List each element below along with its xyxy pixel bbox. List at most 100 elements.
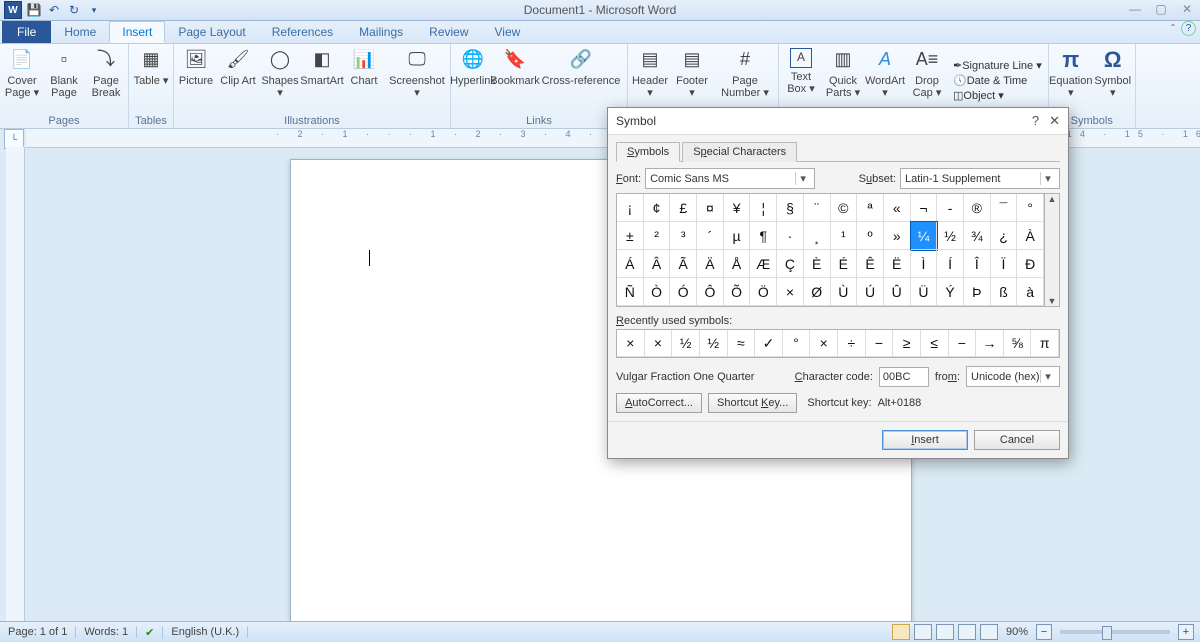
tab-view[interactable]: View [482, 21, 534, 43]
cross-reference-button[interactable]: 🔗Cross-reference [537, 46, 625, 115]
symbol-cell[interactable]: ¡ [617, 194, 644, 222]
symbol-cell[interactable]: Ò [644, 278, 671, 306]
symbol-cell[interactable]: Å [724, 250, 751, 278]
picture-button[interactable]: 🖼Picture [176, 46, 216, 115]
symbol-cell[interactable]: Ó [670, 278, 697, 306]
symbol-cell[interactable]: ¦ [750, 194, 777, 222]
symbol-cell[interactable]: £ [670, 194, 697, 222]
symbol-cell[interactable]: ¨ [804, 194, 831, 222]
recent-symbol-cell[interactable]: → [976, 330, 1004, 357]
zoom-percent[interactable]: 90% [1006, 626, 1028, 638]
symbol-cell[interactable]: ® [964, 194, 991, 222]
recent-symbol-cell[interactable]: π [1031, 330, 1059, 357]
recent-symbol-cell[interactable]: × [645, 330, 673, 357]
tab-references[interactable]: References [259, 21, 346, 43]
recent-symbol-cell[interactable]: ⅝ [1004, 330, 1032, 357]
scroll-up-icon[interactable]: ▲ [1048, 194, 1057, 204]
symbol-cell[interactable]: ¯ [991, 194, 1018, 222]
drop-cap-button[interactable]: A≡Drop Cap ▾ [907, 46, 947, 115]
tab-review[interactable]: Review [416, 21, 481, 43]
recent-symbol-cell[interactable]: ½ [672, 330, 700, 357]
symbol-cell[interactable]: Ç [777, 250, 804, 278]
symbol-cell[interactable]: ¼ [911, 222, 938, 250]
subset-select[interactable]: Latin-1 Supplement ▾ [900, 168, 1060, 189]
autocorrect-button[interactable]: AutoCorrect... [616, 393, 702, 413]
bookmark-button[interactable]: 🔖Bookmark [495, 46, 535, 115]
symbol-grid[interactable]: ¡¢£¤¥¦§¨©ª«¬-®¯°±²³´µ¶·¸¹º»¼½¾¿ÀÁÂÃÄÅÆÇÈ… [617, 194, 1044, 306]
page-number-button[interactable]: #Page Number ▾ [714, 46, 776, 115]
symbol-cell[interactable]: Ê [857, 250, 884, 278]
symbol-cell[interactable]: Õ [724, 278, 751, 306]
char-code-input[interactable]: 00BC [879, 367, 929, 387]
recent-symbol-cell[interactable]: ÷ [838, 330, 866, 357]
symbol-cell[interactable]: à [1017, 278, 1044, 306]
equation-button[interactable]: πEquation ▾ [1051, 46, 1091, 115]
recent-symbol-cell[interactable]: ✓ [755, 330, 783, 357]
symbol-cell[interactable]: Ã [670, 250, 697, 278]
recent-symbol-cell[interactable]: ° [783, 330, 811, 357]
symbol-cell[interactable]: ´ [697, 222, 724, 250]
font-select[interactable]: Comic Sans MS ▾ [645, 168, 815, 189]
page-break-button[interactable]: ⤵Page Break [86, 46, 126, 115]
scroll-down-icon[interactable]: ▼ [1048, 296, 1057, 306]
symbol-cell[interactable]: Þ [964, 278, 991, 306]
recent-symbol-cell[interactable]: ≈ [728, 330, 756, 357]
symbol-cell[interactable]: Ô [697, 278, 724, 306]
tab-file[interactable]: File [2, 21, 51, 43]
symbol-cell[interactable]: ½ [937, 222, 964, 250]
wordart-button[interactable]: AWordArt ▾ [865, 46, 905, 115]
symbol-cell[interactable]: § [777, 194, 804, 222]
zoom-out-button[interactable]: − [1036, 624, 1052, 640]
recent-symbol-cell[interactable]: ≤ [921, 330, 949, 357]
symbol-cell[interactable]: ¿ [991, 222, 1018, 250]
dialog-title-bar[interactable]: Symbol ? ✕ [608, 108, 1068, 135]
dialog-close-button[interactable]: ✕ [1049, 113, 1060, 129]
quick-parts-button[interactable]: ▥Quick Parts ▾ [823, 46, 863, 115]
symbol-cell[interactable]: ¬ [911, 194, 938, 222]
recent-symbols-grid[interactable]: ××½½≈✓°×÷−≥≤−→⅝π [616, 329, 1060, 358]
symbol-button[interactable]: ΩSymbol ▾ [1093, 46, 1133, 115]
recent-symbol-cell[interactable]: − [949, 330, 977, 357]
recent-symbol-cell[interactable]: × [617, 330, 645, 357]
symbol-cell[interactable]: × [777, 278, 804, 306]
symbol-cell[interactable]: Æ [750, 250, 777, 278]
symbol-cell[interactable]: Î [964, 250, 991, 278]
minimize-ribbon-icon[interactable]: ˆ [1171, 22, 1175, 36]
symbol-cell[interactable]: ¤ [697, 194, 724, 222]
symbol-cell[interactable]: À [1017, 222, 1044, 250]
symbol-cell[interactable]: ¶ [750, 222, 777, 250]
status-page[interactable]: Page: 1 of 1 [0, 626, 76, 638]
smartart-button[interactable]: ◧SmartArt [302, 46, 342, 115]
view-draft-button[interactable] [980, 624, 998, 640]
view-print-layout-button[interactable] [892, 624, 910, 640]
symbol-cell[interactable]: ¢ [644, 194, 671, 222]
symbol-cell[interactable]: © [831, 194, 858, 222]
symbol-cell[interactable]: ° [1017, 194, 1044, 222]
symbol-cell[interactable]: º [857, 222, 884, 250]
symbol-cell[interactable]: ¸ [804, 222, 831, 250]
chart-button[interactable]: 📊Chart [344, 46, 384, 115]
tab-insert[interactable]: Insert [109, 21, 165, 43]
symbol-cell[interactable]: Ü [911, 278, 938, 306]
symbol-cell[interactable]: ¥ [724, 194, 751, 222]
symbol-cell[interactable]: Ñ [617, 278, 644, 306]
text-box-button[interactable]: AText Box ▾ [781, 46, 821, 115]
status-proofing[interactable]: ✔ [137, 626, 163, 639]
object-button[interactable]: ◫Object ▾ [953, 89, 1042, 102]
symbol-cell[interactable]: » [884, 222, 911, 250]
symbol-cell[interactable]: Ö [750, 278, 777, 306]
symbol-cell[interactable]: ³ [670, 222, 697, 250]
zoom-slider[interactable] [1060, 630, 1170, 634]
zoom-slider-thumb[interactable] [1102, 626, 1112, 640]
symbol-cell[interactable]: Ú [857, 278, 884, 306]
cancel-button[interactable]: Cancel [974, 430, 1060, 450]
zoom-in-button[interactable]: + [1178, 624, 1194, 640]
symbol-cell[interactable]: ± [617, 222, 644, 250]
tab-mailings[interactable]: Mailings [346, 21, 416, 43]
table-button[interactable]: ▦Table ▾ [131, 46, 171, 115]
symbol-cell[interactable]: È [804, 250, 831, 278]
blank-page-button[interactable]: ▫Blank Page [44, 46, 84, 115]
maximize-button[interactable]: ▢ [1148, 0, 1174, 18]
status-words[interactable]: Words: 1 [76, 626, 137, 638]
recent-symbol-cell[interactable]: ≥ [893, 330, 921, 357]
